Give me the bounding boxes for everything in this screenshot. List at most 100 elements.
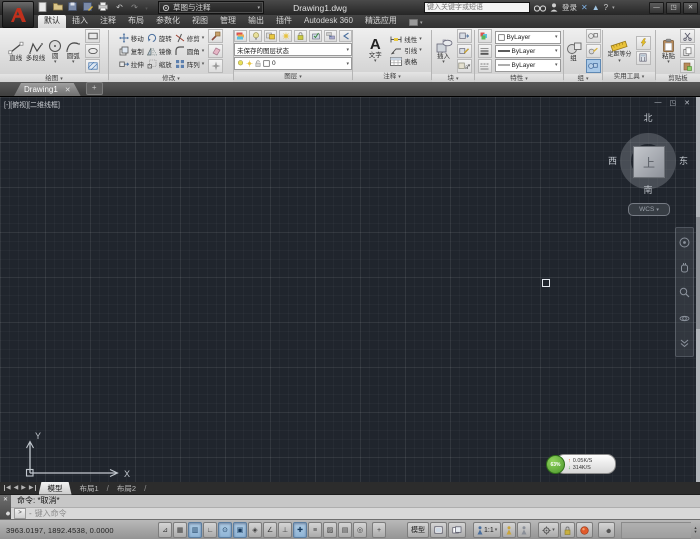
exchange-apps-icon[interactable]: ✕ <box>581 3 588 13</box>
network-speed-badge[interactable]: 63% ↑ 0.05K/S ↓ 314K/S <box>546 454 616 475</box>
tool-polyline[interactable]: 多段线 <box>26 41 45 62</box>
dropdown-arrow-icon[interactable]: ▾ <box>202 48 205 54</box>
color-dropdown[interactable]: ByLayer ▾ <box>494 30 561 44</box>
dropdown-arrow-icon[interactable]: ▾ <box>419 36 422 42</box>
tool-group-selection-toggle[interactable] <box>585 59 601 73</box>
toggle-quick-properties[interactable]: ▤ <box>338 522 352 538</box>
dropdown-arrow-icon[interactable]: ▾ <box>468 63 471 69</box>
panel-label-utilities[interactable]: 实用工具 ▾ <box>603 72 655 82</box>
tool-hatch[interactable] <box>85 59 101 73</box>
search-binoculars-icon[interactable] <box>534 4 546 12</box>
status-bar-spinner[interactable]: ▴ ▾ <box>691 525 700 534</box>
orbit-icon[interactable] <box>679 313 690 324</box>
status-bar-menu-button[interactable] <box>597 522 615 538</box>
tool-explode[interactable] <box>208 59 224 73</box>
command-close-icon[interactable]: ✕ <box>3 497 8 503</box>
isolate-objects-button[interactable] <box>575 522 593 538</box>
dropdown-arrow-icon[interactable]: ▾ <box>202 35 205 41</box>
ribbon-tab-insert[interactable]: 插入 <box>66 15 94 28</box>
tool-quick-select[interactable] <box>635 35 651 50</box>
save-as-button[interactable] <box>83 2 96 13</box>
viewcube-north[interactable]: 北 <box>606 111 690 124</box>
open-file-button[interactable] <box>53 2 66 13</box>
tool-erase[interactable] <box>208 44 224 58</box>
toggle-dynamic-input[interactable]: ✚ <box>293 522 307 538</box>
dropdown-arrow-icon[interactable]: ▾ <box>442 60 445 65</box>
ribbon-minimize-button[interactable]: ▾ <box>409 17 422 28</box>
ribbon-tab-annotate[interactable]: 注释 <box>94 15 122 28</box>
ribbon-tab-autodesk360[interactable]: Autodesk 360 <box>298 15 359 28</box>
tool-insert-block[interactable]: 插入 ▾ <box>435 38 453 65</box>
tool-linetype-list[interactable] <box>477 59 492 73</box>
panel-label-properties[interactable]: 特性 ▾ <box>475 74 563 82</box>
viewcube-south[interactable]: 南 <box>606 183 690 196</box>
panel-label-draw[interactable]: 绘图 ▾ <box>0 74 108 82</box>
layer-previous-button[interactable] <box>339 30 352 42</box>
prev-tab-button[interactable]: ◀ <box>14 485 19 491</box>
tab-layout2[interactable]: 布局2 <box>112 482 141 495</box>
annotation-visibility-button[interactable] <box>502 522 517 538</box>
ribbon-tab-featured-apps[interactable]: 精选应用 <box>359 15 403 28</box>
ribbon-tab-parametric[interactable]: 参数化 <box>150 15 186 28</box>
plot-button[interactable] <box>98 2 111 13</box>
qat-customize-button[interactable]: ▾ <box>143 2 150 13</box>
ribbon-tab-home[interactable]: 默认 <box>38 15 66 28</box>
pan-hand-icon[interactable] <box>679 262 690 273</box>
ribbon-tab-view[interactable]: 视图 <box>186 15 214 28</box>
tool-object-color[interactable] <box>477 29 492 43</box>
new-drawing-tab-button[interactable]: + <box>85 82 103 95</box>
help-dropdown-icon[interactable]: ▾ <box>612 5 615 11</box>
layer-off-button[interactable] <box>249 30 262 42</box>
tool-text[interactable]: A 文字 ▾ <box>362 37 388 64</box>
panel-label-modify[interactable]: 修改 ▾ <box>109 74 233 82</box>
dropdown-arrow-icon[interactable]: ▾ <box>618 58 621 63</box>
wcs-dropdown[interactable]: WCS ▾ <box>628 203 670 216</box>
application-menu-button[interactable] <box>2 1 34 28</box>
save-button[interactable] <box>68 2 81 13</box>
help-button[interactable]: ? <box>604 3 608 13</box>
command-wrench-icon[interactable] <box>2 509 10 517</box>
file-tab-drawing1[interactable]: Drawing1 ✕ <box>14 83 81 96</box>
toolbar-lock-button[interactable] <box>559 522 575 538</box>
drawing-canvas[interactable]: [-][俯视][二维线框] — ◳ ✕ 北 西 东 南 上 WCS ▾ 63% … <box>0 96 700 483</box>
command-window-grip[interactable]: ✕ <box>0 495 11 519</box>
tool-move[interactable]: 移动 <box>118 33 144 43</box>
undo-button[interactable]: ↶ <box>113 2 126 13</box>
last-tab-button[interactable]: ▶ <box>29 485 36 491</box>
ribbon-tab-output[interactable]: 输出 <box>242 15 270 28</box>
command-input-row[interactable]: > - 键入命令 <box>11 508 700 519</box>
toggle-dynamic-ucs[interactable]: ⊥ <box>278 522 292 538</box>
toggle-object-snap[interactable]: ▣ <box>233 522 247 538</box>
zoom-magnifier-icon[interactable] <box>679 287 690 298</box>
panel-label-clipboard[interactable]: 剪贴板 <box>656 74 700 82</box>
coordinates-readout[interactable]: 3963.0197, 1892.4538, 0.0000 <box>2 526 158 535</box>
dropdown-arrow-icon[interactable]: ▾ <box>202 61 205 67</box>
doc-minimize-icon[interactable]: — <box>655 99 662 107</box>
autodesk360-icon[interactable]: ▲ <box>592 3 600 13</box>
tool-measure[interactable]: 定距等分 ▾ <box>607 38 632 63</box>
tool-stretch[interactable]: 拉伸 <box>119 59 144 69</box>
dropdown-arrow-icon[interactable]: ▾ <box>667 60 670 65</box>
layer-isolate-button[interactable] <box>264 30 277 42</box>
tool-circle[interactable]: 圆 ▾ <box>47 39 63 64</box>
signin-label[interactable]: 登录 <box>562 2 577 13</box>
quick-view-drawings-button[interactable] <box>448 522 466 538</box>
autoscale-button[interactable] <box>517 522 532 538</box>
model-space-button[interactable]: 模型 <box>407 522 429 538</box>
dropdown-arrow-icon[interactable]: ▾ <box>374 59 377 64</box>
dropdown-arrow-icon[interactable]: ▾ <box>419 47 422 53</box>
tool-block-attributes[interactable]: a ▾ <box>456 59 472 73</box>
tool-trim[interactable]: 修剪 ▾ <box>175 33 205 43</box>
toggle-infer-constraints[interactable]: ⊿ <box>158 522 172 538</box>
layer-make-current-button[interactable] <box>309 30 322 42</box>
command-input-placeholder[interactable]: 键入命令 <box>35 508 67 519</box>
doc-restore-icon[interactable]: ◳ <box>670 99 677 107</box>
file-tab-close-icon[interactable]: ✕ <box>65 86 71 94</box>
tool-fillet[interactable]: 圆角 ▾ <box>175 46 205 56</box>
close-button[interactable]: ✕ <box>683 2 698 14</box>
tool-paste[interactable]: 粘贴 ▾ <box>661 38 676 65</box>
quick-view-layouts-button[interactable] <box>430 522 447 538</box>
navigation-bar[interactable] <box>675 227 694 357</box>
panel-label-annotation[interactable]: 注释 ▾ <box>353 72 431 82</box>
viewport-controls[interactable]: [-][俯视][二维线框] <box>4 100 60 110</box>
